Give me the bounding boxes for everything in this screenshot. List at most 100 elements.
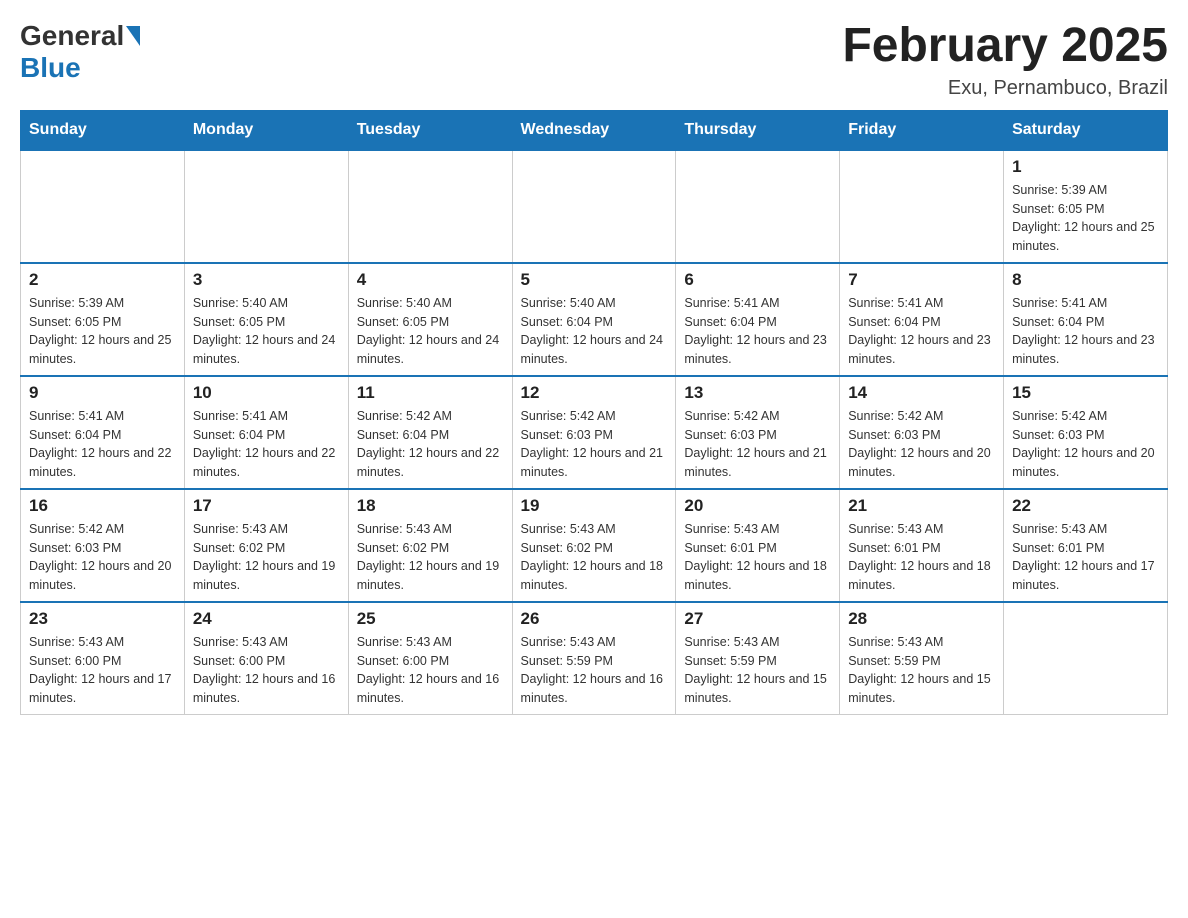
calendar-week-row-2: 2 Sunrise: 5:39 AMSunset: 6:05 PMDaylight…	[21, 263, 1168, 376]
day-number: 20	[684, 496, 831, 516]
calendar-header-tuesday: Tuesday	[348, 110, 512, 150]
day-number: 25	[357, 609, 504, 629]
calendar-cell	[184, 150, 348, 263]
calendar-header-thursday: Thursday	[676, 110, 840, 150]
day-info: Sunrise: 5:43 AMSunset: 6:01 PMDaylight:…	[1012, 520, 1159, 595]
day-number: 8	[1012, 270, 1159, 290]
calendar-cell: 6 Sunrise: 5:41 AMSunset: 6:04 PMDaylight…	[676, 263, 840, 376]
day-number: 6	[684, 270, 831, 290]
day-number: 16	[29, 496, 176, 516]
calendar-cell: 12 Sunrise: 5:42 AMSunset: 6:03 PMDayligh…	[512, 376, 676, 489]
day-number: 5	[521, 270, 668, 290]
calendar-header-friday: Friday	[840, 110, 1004, 150]
day-number: 13	[684, 383, 831, 403]
day-number: 27	[684, 609, 831, 629]
day-info: Sunrise: 5:39 AMSunset: 6:05 PMDaylight:…	[29, 294, 176, 369]
calendar-cell: 7Sunrise: 5:41 AMSunset: 6:04 PMDaylight…	[840, 263, 1004, 376]
calendar-cell: 16Sunrise: 5:42 AMSunset: 6:03 PMDayligh…	[21, 489, 185, 602]
day-info: Sunrise: 5:43 AMSunset: 5:59 PMDaylight:…	[848, 633, 995, 708]
day-number: 2	[29, 270, 176, 290]
calendar-week-row-5: 23 Sunrise: 5:43 AMSunset: 6:00 PMDayligh…	[21, 602, 1168, 715]
day-info: Sunrise: 5:43 AMSunset: 6:02 PMDaylight:…	[193, 520, 340, 595]
day-info: Sunrise: 5:41 AMSunset: 6:04 PMDaylight:…	[1012, 294, 1159, 369]
calendar-cell: 19 Sunrise: 5:43 AMSunset: 6:02 PMDayligh…	[512, 489, 676, 602]
calendar-cell: 3Sunrise: 5:40 AMSunset: 6:05 PMDaylight…	[184, 263, 348, 376]
day-number: 17	[193, 496, 340, 516]
day-info: Sunrise: 5:42 AMSunset: 6:03 PMDaylight:…	[684, 407, 831, 482]
calendar-week-row-4: 16Sunrise: 5:42 AMSunset: 6:03 PMDayligh…	[21, 489, 1168, 602]
calendar-cell: 21 Sunrise: 5:43 AMSunset: 6:01 PMDayligh…	[840, 489, 1004, 602]
calendar-header-saturday: Saturday	[1004, 110, 1168, 150]
day-info: Sunrise: 5:41 AMSunset: 6:04 PMDaylight:…	[684, 294, 831, 369]
calendar-cell: 27Sunrise: 5:43 AMSunset: 5:59 PMDayligh…	[676, 602, 840, 715]
day-info: Sunrise: 5:42 AMSunset: 6:04 PMDaylight:…	[357, 407, 504, 482]
day-info: Sunrise: 5:43 AMSunset: 6:02 PMDaylight:…	[357, 520, 504, 595]
calendar-cell	[21, 150, 185, 263]
day-info: Sunrise: 5:43 AMSunset: 6:02 PMDaylight:…	[521, 520, 668, 595]
day-info: Sunrise: 5:40 AMSunset: 6:05 PMDaylight:…	[357, 294, 504, 369]
logo: General Blue	[20, 20, 142, 84]
calendar-cell: 1 Sunrise: 5:39 AMSunset: 6:05 PMDaylight…	[1004, 150, 1168, 263]
day-info: Sunrise: 5:43 AMSunset: 6:00 PMDaylight:…	[193, 633, 340, 708]
day-number: 26	[521, 609, 668, 629]
calendar-header-row: SundayMondayTuesdayWednesdayThursdayFrid…	[21, 110, 1168, 150]
calendar-cell: 26 Sunrise: 5:43 AMSunset: 5:59 PMDayligh…	[512, 602, 676, 715]
day-info: Sunrise: 5:43 AMSunset: 6:01 PMDaylight:…	[848, 520, 995, 595]
day-number: 18	[357, 496, 504, 516]
calendar-cell	[676, 150, 840, 263]
day-number: 21	[848, 496, 995, 516]
calendar-cell: 4 Sunrise: 5:40 AMSunset: 6:05 PMDaylight…	[348, 263, 512, 376]
calendar-cell: 10 Sunrise: 5:41 AMSunset: 6:04 PMDayligh…	[184, 376, 348, 489]
calendar-cell: 11 Sunrise: 5:42 AMSunset: 6:04 PMDayligh…	[348, 376, 512, 489]
day-info: Sunrise: 5:42 AMSunset: 6:03 PMDaylight:…	[848, 407, 995, 482]
day-number: 1	[1012, 157, 1159, 177]
day-number: 10	[193, 383, 340, 403]
page-header: General Blue February 2025 Exu, Pernambu…	[20, 20, 1168, 100]
day-number: 12	[521, 383, 668, 403]
day-info: Sunrise: 5:41 AMSunset: 6:04 PMDaylight:…	[29, 407, 176, 482]
day-info: Sunrise: 5:43 AMSunset: 6:00 PMDaylight:…	[29, 633, 176, 708]
calendar-cell: 13 Sunrise: 5:42 AMSunset: 6:03 PMDayligh…	[676, 376, 840, 489]
day-number: 19	[521, 496, 668, 516]
day-info: Sunrise: 5:43 AMSunset: 6:00 PMDaylight:…	[357, 633, 504, 708]
day-info: Sunrise: 5:40 AMSunset: 6:04 PMDaylight:…	[521, 294, 668, 369]
calendar-cell: 17 Sunrise: 5:43 AMSunset: 6:02 PMDayligh…	[184, 489, 348, 602]
calendar-cell: 20 Sunrise: 5:43 AMSunset: 6:01 PMDayligh…	[676, 489, 840, 602]
day-number: 24	[193, 609, 340, 629]
logo-triangle-icon	[126, 26, 140, 46]
day-info: Sunrise: 5:43 AMSunset: 6:01 PMDaylight:…	[684, 520, 831, 595]
calendar-cell: 2 Sunrise: 5:39 AMSunset: 6:05 PMDaylight…	[21, 263, 185, 376]
calendar-cell: 23 Sunrise: 5:43 AMSunset: 6:00 PMDayligh…	[21, 602, 185, 715]
day-info: Sunrise: 5:43 AMSunset: 5:59 PMDaylight:…	[521, 633, 668, 708]
calendar-cell: 14Sunrise: 5:42 AMSunset: 6:03 PMDayligh…	[840, 376, 1004, 489]
day-number: 23	[29, 609, 176, 629]
calendar-table: SundayMondayTuesdayWednesdayThursdayFrid…	[20, 110, 1168, 715]
calendar-week-row-3: 9 Sunrise: 5:41 AMSunset: 6:04 PMDaylight…	[21, 376, 1168, 489]
day-number: 9	[29, 383, 176, 403]
calendar-header-wednesday: Wednesday	[512, 110, 676, 150]
day-number: 15	[1012, 383, 1159, 403]
calendar-cell	[348, 150, 512, 263]
day-number: 11	[357, 383, 504, 403]
calendar-title: February 2025	[842, 20, 1168, 73]
logo-blue-text: Blue	[20, 52, 81, 83]
calendar-subtitle: Exu, Pernambuco, Brazil	[842, 77, 1168, 100]
calendar-cell: 15 Sunrise: 5:42 AMSunset: 6:03 PMDayligh…	[1004, 376, 1168, 489]
day-info: Sunrise: 5:41 AMSunset: 6:04 PMDaylight:…	[848, 294, 995, 369]
day-info: Sunrise: 5:42 AMSunset: 6:03 PMDaylight:…	[1012, 407, 1159, 482]
calendar-cell: 5 Sunrise: 5:40 AMSunset: 6:04 PMDaylight…	[512, 263, 676, 376]
day-info: Sunrise: 5:39 AMSunset: 6:05 PMDaylight:…	[1012, 181, 1159, 256]
day-number: 22	[1012, 496, 1159, 516]
calendar-cell: 22 Sunrise: 5:43 AMSunset: 6:01 PMDayligh…	[1004, 489, 1168, 602]
logo-general-text: General	[20, 20, 124, 52]
day-info: Sunrise: 5:41 AMSunset: 6:04 PMDaylight:…	[193, 407, 340, 482]
calendar-week-row-1: 1 Sunrise: 5:39 AMSunset: 6:05 PMDaylight…	[21, 150, 1168, 263]
day-number: 4	[357, 270, 504, 290]
calendar-cell	[840, 150, 1004, 263]
calendar-cell: 28Sunrise: 5:43 AMSunset: 5:59 PMDayligh…	[840, 602, 1004, 715]
calendar-header-monday: Monday	[184, 110, 348, 150]
calendar-cell	[512, 150, 676, 263]
day-info: Sunrise: 5:42 AMSunset: 6:03 PMDaylight:…	[521, 407, 668, 482]
day-info: Sunrise: 5:40 AMSunset: 6:05 PMDaylight:…	[193, 294, 340, 369]
calendar-cell: 25 Sunrise: 5:43 AMSunset: 6:00 PMDayligh…	[348, 602, 512, 715]
